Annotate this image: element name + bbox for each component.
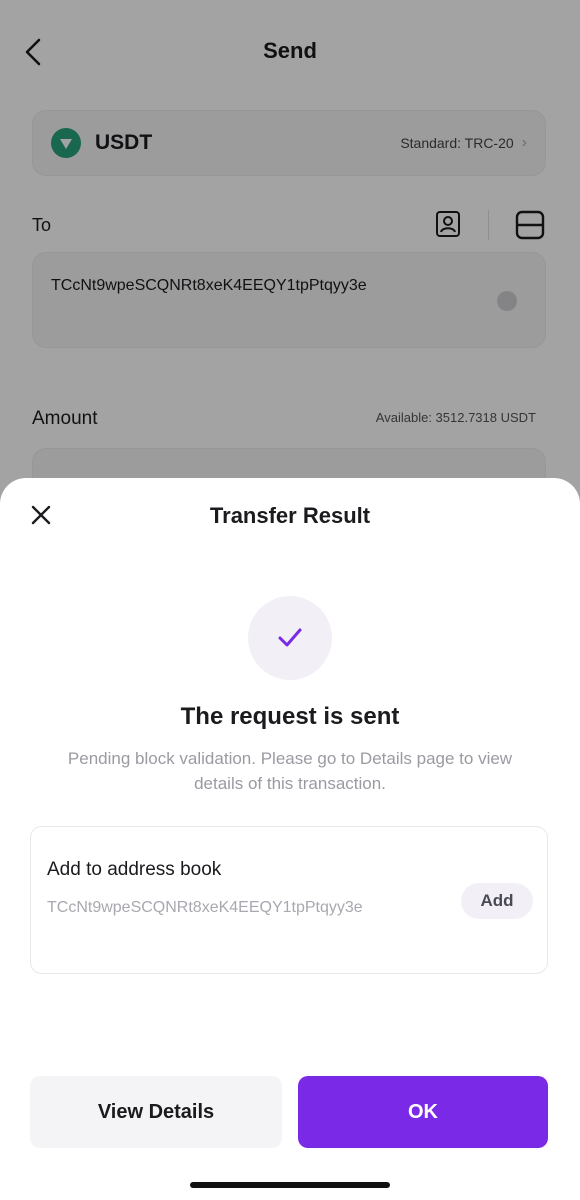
result-headline: The request is sent	[180, 703, 400, 730]
success-badge	[248, 596, 332, 680]
address-book-card: Add to address book TCcNt9wpeSCQNRt8xeK4…	[30, 826, 548, 974]
add-to-address-book-button[interactable]: Add	[461, 883, 533, 919]
view-details-button[interactable]: View Details	[30, 1076, 282, 1148]
address-book-title: Add to address book	[47, 859, 222, 880]
address-book-address: TCcNt9wpeSCQNRt8xeK4EEQY1tpPtqyy3e	[47, 899, 363, 916]
home-indicator	[190, 1182, 390, 1188]
ok-button[interactable]: OK	[298, 1076, 548, 1148]
result-description: Pending block validation. Please go to D…	[67, 749, 513, 793]
sheet-title: Transfer Result	[209, 503, 371, 528]
transfer-result-sheet: Transfer Result The request is sent Pend…	[0, 478, 580, 1200]
checkmark-icon	[278, 628, 302, 647]
